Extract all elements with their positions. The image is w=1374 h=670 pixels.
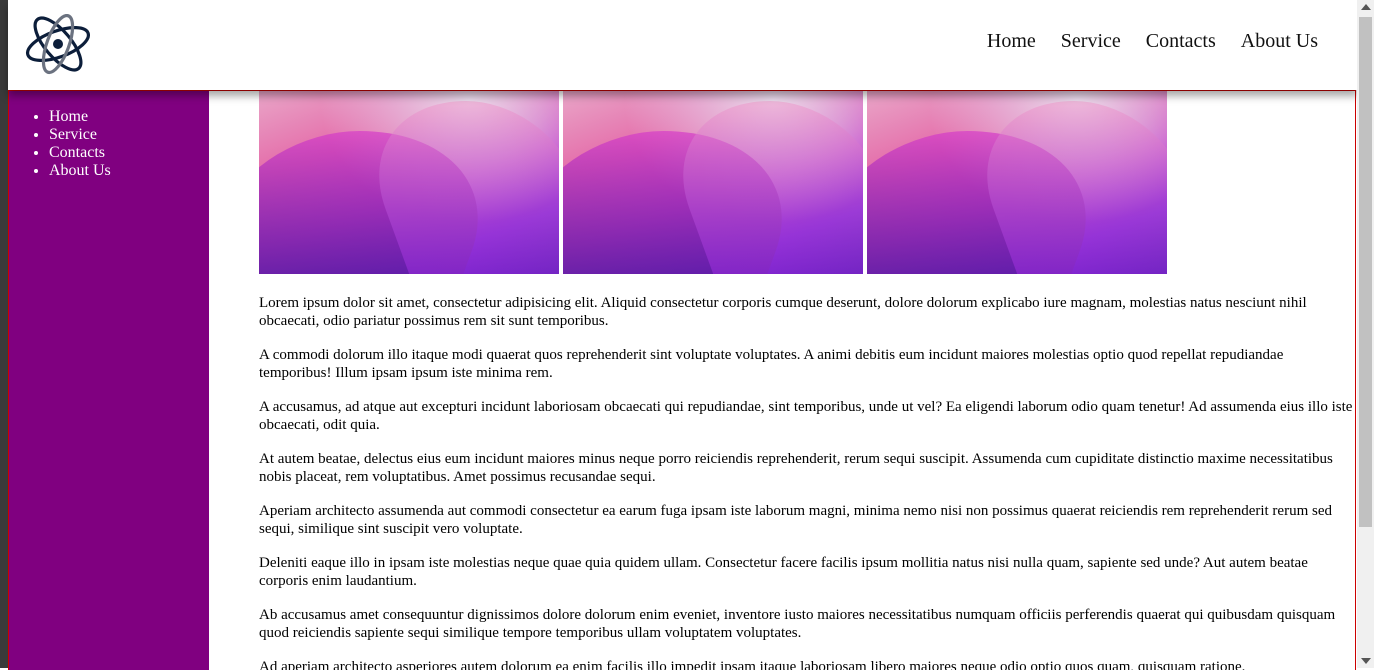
nav-about-link[interactable]: About Us	[1241, 30, 1318, 53]
site-header: Home Service Contacts About Us	[8, 0, 1358, 90]
sidebar-list: Home Service Contacts About Us	[9, 91, 209, 180]
window-edge	[0, 0, 8, 668]
sidebar-item-about: About Us	[49, 162, 209, 180]
scroll-down-arrow-icon[interactable]	[1361, 658, 1371, 664]
content-frame: Home Service Contacts About Us Lorem ips…	[8, 90, 1356, 670]
gallery-image	[259, 91, 559, 274]
paragraph: Ab accusamus amet consequuntur dignissim…	[259, 607, 1336, 641]
paragraph: Lorem ipsum dolor sit amet, consectetur …	[259, 295, 1307, 329]
scroll-thumb[interactable]	[1359, 17, 1372, 527]
paragraph: Deleniti eaque illo in ipsam iste molest…	[259, 555, 1308, 589]
nav-service-link[interactable]: Service	[1061, 30, 1121, 53]
sidebar-item-contacts: Contacts	[49, 144, 209, 162]
sidebar-item-service: Service	[49, 126, 209, 144]
paragraph: Ad aperiam architecto asperiores autem d…	[259, 659, 1246, 670]
atom-logo-icon[interactable]	[24, 13, 96, 76]
paragraph: At autem beatae, delectus eius eum incid…	[259, 451, 1333, 485]
paragraph: Aperiam architecto assumenda aut commodi…	[259, 503, 1332, 537]
gallery-image	[867, 91, 1167, 274]
gallery-image	[563, 91, 863, 274]
paragraph: A commodi dolorum illo itaque modi quaer…	[259, 347, 1284, 381]
paragraph: A accusamus, ad atque aut excepturi inci…	[259, 399, 1353, 433]
image-gallery	[259, 91, 1355, 274]
nav-contacts-link[interactable]: Contacts	[1146, 30, 1216, 53]
sidebar-link-home[interactable]: Home	[49, 108, 88, 125]
sidebar: Home Service Contacts About Us	[9, 91, 209, 670]
sidebar-item-home: Home	[49, 108, 209, 126]
text-section: Lorem ipsum dolor sit amet, consectetur …	[259, 294, 1355, 670]
top-nav: Home Service Contacts About Us	[987, 30, 1318, 53]
sidebar-link-contacts[interactable]: Contacts	[49, 144, 105, 161]
nav-home-link[interactable]: Home	[987, 30, 1036, 53]
vertical-scrollbar[interactable]	[1357, 0, 1374, 668]
scroll-up-arrow-icon[interactable]	[1361, 4, 1371, 10]
sidebar-link-about[interactable]: About Us	[49, 162, 111, 179]
sidebar-link-service[interactable]: Service	[49, 126, 97, 143]
main-content: Lorem ipsum dolor sit amet, consectetur …	[259, 91, 1355, 670]
